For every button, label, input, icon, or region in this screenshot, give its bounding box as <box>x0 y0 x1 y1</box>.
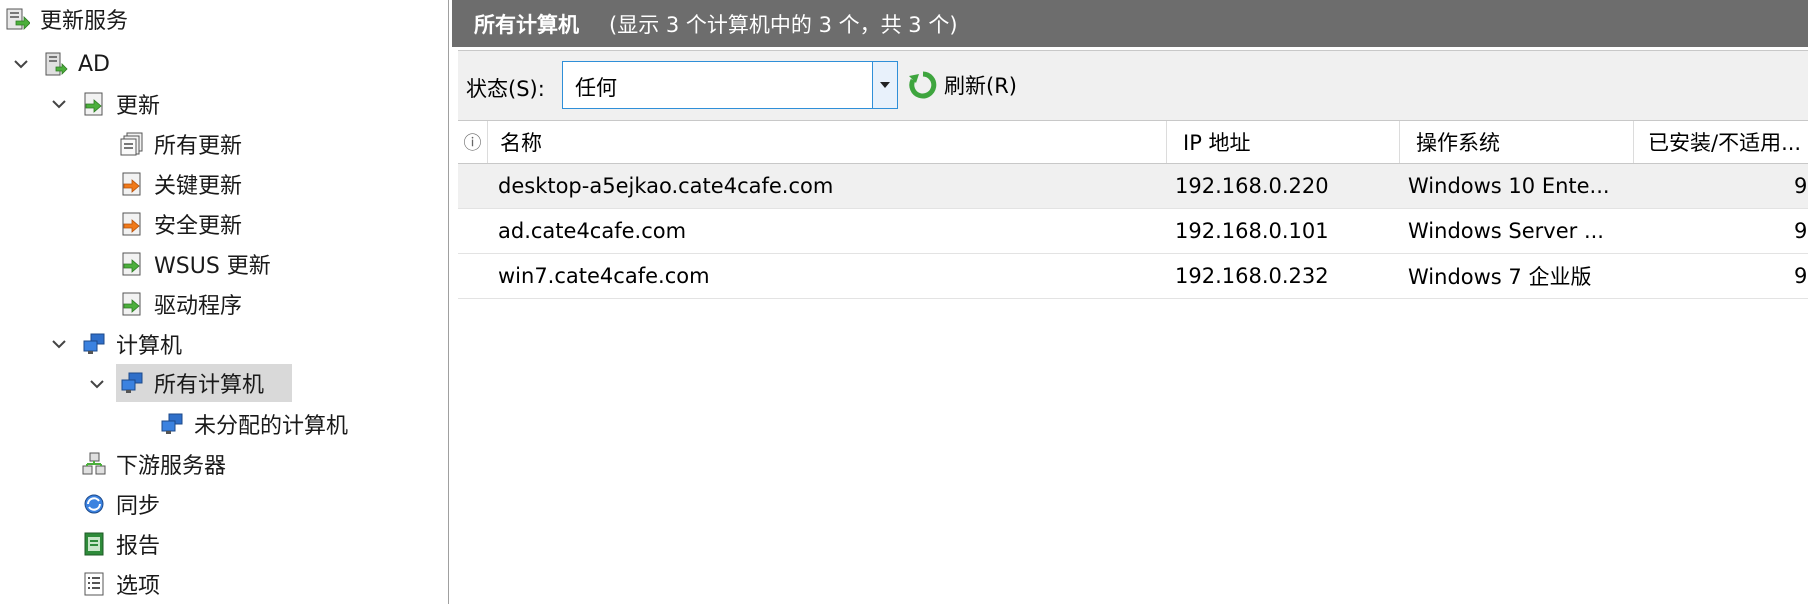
status-dropdown[interactable]: 任何 <box>562 61 898 109</box>
column-header-os[interactable]: 操作系统 <box>1400 121 1634 163</box>
column-header-installed-not-applicable[interactable]: 已安装/不适用... <box>1634 121 1808 163</box>
tree-label: 所有更新 <box>154 134 243 159</box>
tree-label: 计算机 <box>116 334 183 359</box>
info-icon: ⓘ <box>463 133 482 154</box>
status-label: 状态(S): <box>466 77 545 101</box>
status-value: 任何 <box>575 76 617 100</box>
update-services-icon <box>6 8 30 30</box>
tree-label: 未分配的计算机 <box>194 414 349 439</box>
tree-item-wsus-updates[interactable]: WSUS 更新 <box>120 245 271 283</box>
computer-list: ⓘ 名称 IP 地址 操作系统 已安装/不适用... desktop-a5ejk… <box>458 120 1808 605</box>
tree-label: 关键更新 <box>154 174 243 199</box>
expand-chevron-icon[interactable] <box>88 375 106 393</box>
critical-updates-icon <box>122 172 141 196</box>
cell-name: ad.cate4cafe.com <box>498 219 687 243</box>
cell-os: Windows Server ... <box>1408 219 1604 243</box>
expand-chevron-icon[interactable] <box>12 55 30 73</box>
cell-installed-pct: 9 <box>1794 174 1808 198</box>
computers-icon <box>83 333 105 354</box>
filter-toolbar: 状态(S): 任何 刷新(R) <box>458 50 1808 121</box>
tree-item-server-ad[interactable]: AD <box>44 45 110 83</box>
security-updates-icon <box>122 212 141 236</box>
cell-os: Windows 10 Ente... <box>1408 174 1610 198</box>
list-header: ⓘ 名称 IP 地址 操作系统 已安装/不适用... <box>458 121 1808 164</box>
cell-ip: 192.168.0.220 <box>1175 174 1329 198</box>
cell-name: win7.cate4cafe.com <box>498 264 710 288</box>
tree-item-update-services[interactable]: 更新服务 <box>6 0 128 38</box>
tree-label: AD <box>78 51 110 77</box>
tree-label: 下游服务器 <box>116 454 227 479</box>
tree-label: 同步 <box>116 494 161 519</box>
refresh-button[interactable]: 刷新(R) <box>908 65 1017 105</box>
cell-installed-pct: 9 <box>1794 219 1808 243</box>
column-header-ip[interactable]: IP 地址 <box>1166 121 1400 163</box>
wsus-updates-icon <box>122 252 141 276</box>
tree-label: 驱动程序 <box>154 294 243 319</box>
refresh-icon <box>909 71 937 99</box>
tree-item-all-computers[interactable]: 所有计算机 <box>116 364 292 402</box>
dropdown-arrow-icon[interactable] <box>872 62 897 108</box>
tree-label: 安全更新 <box>154 214 243 239</box>
cell-os: Windows 7 企业版 <box>1408 265 1592 289</box>
cell-ip: 192.168.0.232 <box>1175 264 1329 288</box>
tree-label: 更新 <box>116 94 161 119</box>
tree-item-critical-updates[interactable]: 关键更新 <box>120 165 242 203</box>
cell-name: desktop-a5ejkao.cate4cafe.com <box>498 174 834 198</box>
all-updates-icon <box>120 132 143 156</box>
tree-label: WSUS 更新 <box>154 254 271 279</box>
tree-label: 所有计算机 <box>154 373 265 398</box>
expand-chevron-icon[interactable] <box>50 95 68 113</box>
refresh-label: 刷新(R) <box>944 74 1017 98</box>
tree-label: 选项 <box>116 574 161 599</box>
cell-ip: 192.168.0.101 <box>1175 219 1329 243</box>
tree-label: 更新服务 <box>40 9 129 34</box>
tree-item-options[interactable]: 选项 <box>82 565 160 603</box>
updates-icon <box>84 92 103 116</box>
drivers-icon <box>122 292 141 316</box>
report-icon <box>84 532 104 556</box>
tree-item-reports[interactable]: 报告 <box>82 525 160 563</box>
downstream-servers-icon <box>82 452 106 475</box>
tree-item-drivers[interactable]: 驱动程序 <box>120 285 242 323</box>
table-row[interactable]: ad.cate4cafe.com 192.168.0.101 Windows S… <box>458 209 1808 254</box>
tree-item-all-updates[interactable]: 所有更新 <box>120 125 242 163</box>
pane-summary: (显示 3 个计算机中的 3 个，共 3 个) <box>609 12 958 37</box>
tree-label: 报告 <box>116 534 161 559</box>
pane-title: 所有计算机 <box>474 12 579 37</box>
table-row[interactable]: win7.cate4cafe.com 192.168.0.232 Windows… <box>458 254 1808 299</box>
info-column-header[interactable]: ⓘ <box>458 121 488 163</box>
navigation-tree: 更新服务 AD 更新 所有更新 关键更新 安全更新 WSUS 更新 驱动程序 计… <box>0 0 449 604</box>
tree-item-updates[interactable]: 更新 <box>82 85 160 123</box>
computers-icon <box>121 372 143 393</box>
table-row[interactable]: desktop-a5ejkao.cate4cafe.com 192.168.0.… <box>458 164 1808 209</box>
tree-item-downstream-servers[interactable]: 下游服务器 <box>82 445 226 483</box>
options-icon <box>84 572 104 596</box>
server-icon <box>45 52 68 76</box>
pane-title-bar: 所有计算机 (显示 3 个计算机中的 3 个，共 3 个) <box>452 0 1808 47</box>
sync-icon <box>84 494 104 514</box>
tree-item-security-updates[interactable]: 安全更新 <box>120 205 242 243</box>
tree-item-unassigned-computers[interactable]: 未分配的计算机 <box>160 405 348 443</box>
tree-item-synchronizations[interactable]: 同步 <box>82 485 160 523</box>
computers-icon <box>161 413 183 434</box>
expand-chevron-icon[interactable] <box>50 335 68 353</box>
tree-item-computers[interactable]: 计算机 <box>82 325 182 363</box>
cell-installed-pct: 9 <box>1794 264 1808 288</box>
